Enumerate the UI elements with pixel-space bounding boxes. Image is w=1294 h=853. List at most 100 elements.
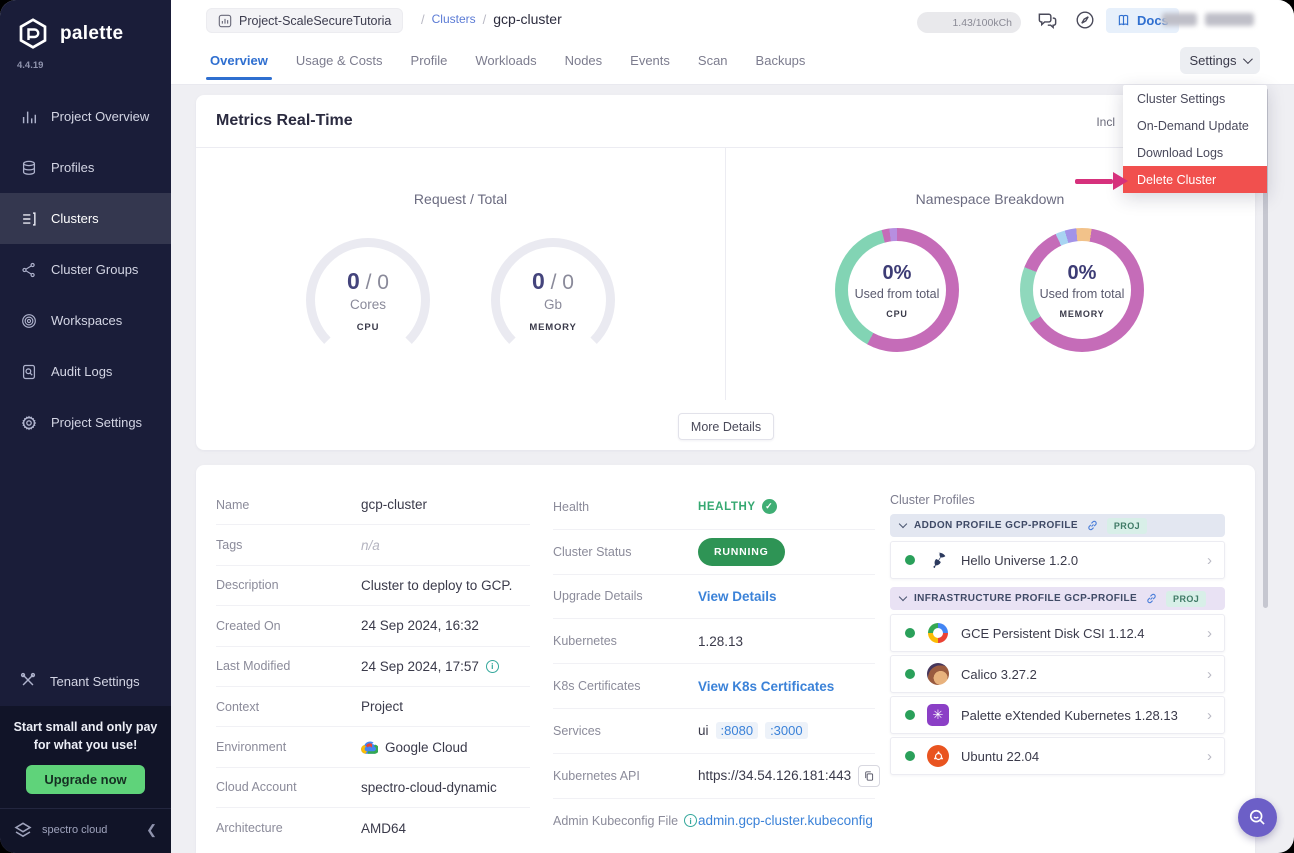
breadcrumb: / Clusters / gcp-cluster	[421, 11, 562, 27]
info-icon[interactable]: i	[684, 814, 697, 827]
upgrade-promo: Start small and only pay for what you us…	[0, 706, 171, 808]
annotation-arrow	[1075, 172, 1128, 190]
compass-icon[interactable]	[1074, 9, 1098, 33]
sidebar-item-cluster-groups[interactable]: Cluster Groups	[0, 244, 171, 295]
running-status-badge: RUNNING	[698, 538, 785, 566]
service-port-link[interactable]: :3000	[765, 722, 808, 739]
copy-icon[interactable]	[858, 765, 880, 787]
project-chart-icon	[218, 14, 232, 28]
main-area: Project-ScaleSecureTutoria / Clusters / …	[171, 0, 1294, 853]
sidebar-item-label: Profiles	[51, 160, 94, 175]
tab-nodes[interactable]: Nodes	[551, 47, 617, 82]
status-row-upgrade-details: Upgrade Details View Details	[553, 575, 875, 620]
info-row-cloud-account: Cloud Account spectro-cloud-dynamic	[216, 768, 530, 808]
info-row-created-on: Created On 24 Sep 2024, 16:32	[216, 606, 530, 646]
sidebar-item-project-overview[interactable]: Project Overview	[0, 91, 171, 142]
cpu-namespace-donut: 0% Used from total CPU	[835, 228, 959, 352]
tab-bar: Overview Usage & Costs Profile Workloads…	[196, 47, 819, 82]
book-icon	[1116, 13, 1131, 28]
tab-scan[interactable]: Scan	[684, 47, 742, 82]
info-row-architecture: Architecture AMD64	[216, 808, 530, 848]
sidebar-item-label: Audit Logs	[51, 364, 112, 379]
profile-layer-gce-csi[interactable]: GCE Persistent Disk CSI 1.12.4 ›	[890, 614, 1225, 652]
status-dot-green	[905, 555, 915, 565]
memory-gauge-value: 0	[532, 268, 545, 294]
tab-events[interactable]: Events	[616, 47, 684, 82]
cpu-gauge: 0 / 0 Cores CPU	[306, 238, 430, 362]
chevron-down-icon	[1243, 54, 1253, 64]
sidebar-item-profiles[interactable]: Profiles	[0, 142, 171, 193]
menu-item-cluster-settings[interactable]: Cluster Settings	[1123, 85, 1267, 112]
upgrade-now-button[interactable]: Upgrade now	[26, 765, 144, 794]
tools-icon	[19, 671, 37, 692]
clusters-list-icon	[19, 209, 38, 228]
breadcrumb-clusters-link[interactable]: Clusters	[432, 12, 476, 26]
bar-chart-icon	[19, 107, 38, 126]
feedback-search-button[interactable]	[1238, 798, 1277, 837]
tab-usage-costs[interactable]: Usage & Costs	[282, 47, 397, 82]
status-row-kubernetes: Kubernetes 1.28.13	[553, 619, 875, 664]
tab-workloads[interactable]: Workloads	[461, 47, 550, 82]
user-name-redacted[interactable]	[1162, 13, 1254, 27]
request-total-title: Request / Total	[196, 191, 725, 207]
sidebar-item-label: Project Overview	[51, 109, 149, 124]
status-dot-green	[905, 628, 915, 638]
brand-name: palette	[60, 23, 123, 45]
more-details-button[interactable]: More Details	[678, 413, 774, 440]
breadcrumb-separator: /	[421, 12, 425, 27]
profile-layer-ubuntu[interactable]: Ubuntu 22.04 ›	[890, 737, 1225, 775]
status-row-services: Services ui :8080 :3000	[553, 709, 875, 754]
chevron-right-icon: ›	[1207, 707, 1212, 724]
chevron-right-icon: ›	[1207, 748, 1212, 765]
settings-button[interactable]: Settings	[1180, 47, 1260, 74]
app-window: palette 4.4.19 Project Overview Profiles	[0, 0, 1294, 853]
tab-overview[interactable]: Overview	[196, 47, 282, 82]
tab-profile[interactable]: Profile	[397, 47, 462, 82]
menu-item-delete-cluster[interactable]: Delete Cluster	[1123, 166, 1267, 193]
profile-layer-calico[interactable]: Calico 3.27.2 ›	[890, 655, 1225, 693]
menu-item-download-logs[interactable]: Download Logs	[1123, 139, 1267, 166]
sidebar-item-clusters[interactable]: Clusters	[0, 193, 171, 244]
link-icon[interactable]	[1145, 592, 1158, 605]
sidebar-item-workspaces[interactable]: Workspaces	[0, 295, 171, 346]
sidebar-item-tenant-settings[interactable]: Tenant Settings	[0, 657, 171, 706]
status-row-admin-kubeconfig: Admin Kubeconfig File i admin.gcp-cluste…	[553, 799, 875, 844]
project-selector[interactable]: Project-ScaleSecureTutoria	[206, 8, 403, 33]
view-k8s-certificates-link[interactable]: View K8s Certificates	[698, 679, 834, 694]
view-details-link[interactable]: View Details	[698, 589, 777, 604]
metrics-title: Metrics Real-Time	[216, 112, 353, 130]
cluster-profiles-title: Cluster Profiles	[890, 493, 975, 507]
infra-profile-header-label: INFRASTRUCTURE PROFILE GCP-PROFILE	[914, 593, 1137, 604]
service-port-link[interactable]: :8080	[716, 722, 759, 739]
profile-layer-pxk[interactable]: ✳ Palette eXtended Kubernetes 1.28.13 ›	[890, 696, 1225, 734]
link-icon[interactable]	[1086, 519, 1099, 532]
sidebar-item-project-settings[interactable]: Project Settings	[0, 397, 171, 448]
tab-backups[interactable]: Backups	[742, 47, 820, 82]
infrastructure-profile-group-header[interactable]: INFRASTRUCTURE PROFILE GCP-PROFILE PROJ	[890, 587, 1225, 610]
collapse-sidebar-icon[interactable]: ❮	[146, 822, 157, 838]
addon-profile-header-label: ADDON PROFILE GCP-PROFILE	[914, 520, 1078, 531]
info-row-environment: Environment Google Cloud	[216, 727, 530, 767]
kubeconfig-download-link[interactable]: admin.gcp-cluster.kubeconfig	[698, 813, 873, 828]
calico-icon	[927, 663, 949, 685]
google-cloud-icon	[361, 740, 378, 754]
breadcrumb-separator: /	[483, 12, 487, 27]
sidebar-item-audit-logs[interactable]: Audit Logs	[0, 346, 171, 397]
memory-donut-caption: MEMORY	[1060, 309, 1105, 319]
addon-profile-group-header[interactable]: ADDON PROFILE GCP-PROFILE PROJ	[890, 514, 1225, 537]
status-row-k8s-certificates: K8s Certificates View K8s Certificates	[553, 664, 875, 709]
sidebar-item-label: Project Settings	[51, 415, 142, 430]
cpu-gauge-value: 0	[347, 268, 360, 294]
settings-dropdown-menu: Cluster Settings On-Demand Update Downlo…	[1123, 85, 1267, 193]
memory-gauge-total: / 0	[551, 271, 574, 294]
cluster-details-card: Name gcp-cluster Tags n/a Description Cl…	[196, 465, 1255, 853]
status-dot-green	[905, 751, 915, 761]
chat-icon[interactable]	[1036, 9, 1060, 33]
status-dot-green	[905, 710, 915, 720]
profile-layer-hello-universe[interactable]: Hello Universe 1.2.0 ›	[890, 541, 1225, 579]
layers-icon	[19, 158, 38, 177]
metrics-clipped-text: Incl	[1096, 115, 1115, 129]
info-icon[interactable]: i	[486, 660, 499, 673]
menu-item-on-demand-update[interactable]: On-Demand Update	[1123, 112, 1267, 139]
palette-kubernetes-icon: ✳	[927, 704, 949, 726]
